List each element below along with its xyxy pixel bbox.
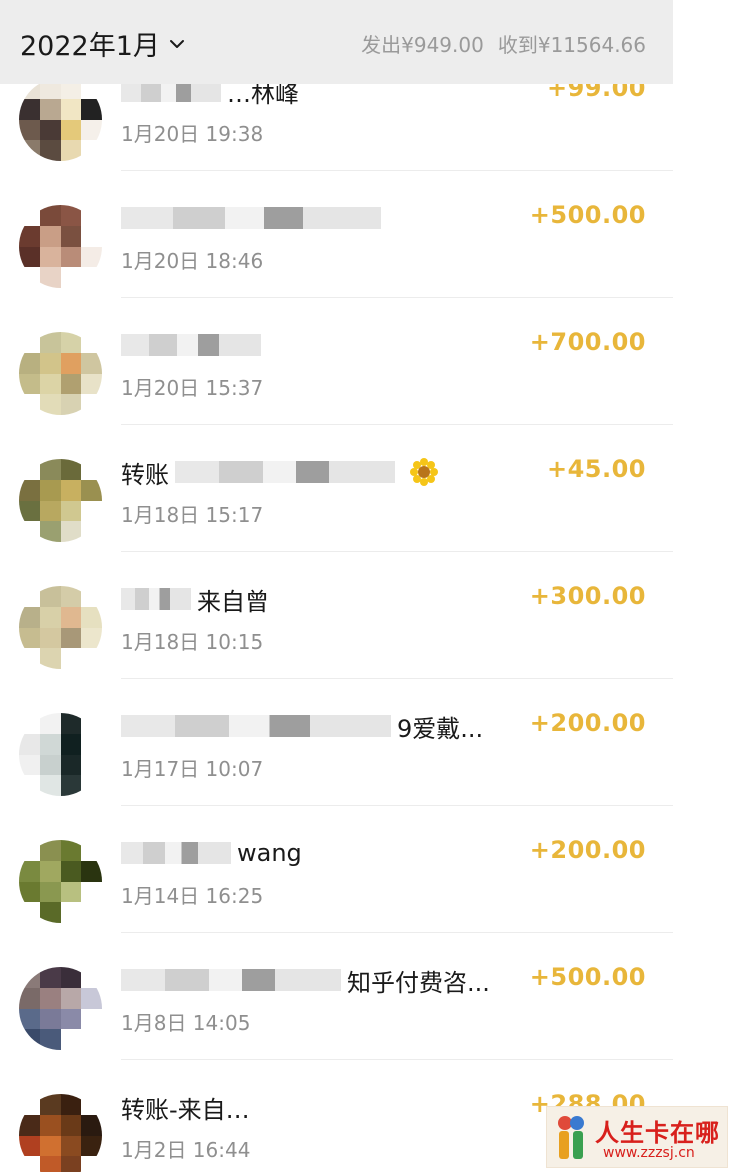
transaction-row[interactable]: 9爱戴... 1月17日 10:07 +200.00	[0, 679, 673, 806]
transaction-amount: +700.00	[529, 328, 646, 356]
transaction-title: wang	[121, 836, 302, 870]
transaction-amount: +300.00	[529, 582, 646, 610]
transaction-title: 转账	[121, 455, 439, 489]
avatar	[19, 459, 102, 542]
transaction-amount: +500.00	[529, 201, 646, 229]
transaction-row[interactable]: 来自曾 1月18日 10:15 +300.00	[0, 552, 673, 679]
transaction-amount: +200.00	[529, 709, 646, 737]
transaction-date: 1月17日 10:07	[121, 757, 264, 781]
transaction-title	[121, 201, 387, 235]
avatar	[19, 332, 102, 415]
redacted-block	[121, 334, 261, 356]
watermark: 人生卡在哪 www.zzzsj.cn	[546, 1106, 728, 1168]
transaction-list: …林峰 1月20日 19:38 +99.00 1月20日 18:46 +500.…	[0, 44, 673, 1172]
transaction-title: 转账-来自…	[121, 1095, 250, 1124]
transaction-row[interactable]: 转账 1月18日 15:17 +45.00	[0, 425, 673, 552]
redacted-block	[121, 715, 391, 737]
avatar	[19, 840, 102, 923]
sunflower-emoji-icon	[410, 458, 438, 486]
transaction-row[interactable]: 知乎付费咨... 1月8日 14:05 +500.00	[0, 933, 673, 1060]
redacted-block	[121, 588, 191, 610]
month-selector[interactable]: 2022年1月	[20, 24, 186, 63]
redacted-block	[121, 842, 231, 864]
header-bar: 2022年1月 发出¥949.00 收到¥11564.66	[0, 0, 673, 84]
chevron-down-icon	[169, 39, 184, 48]
month-label: 2022年1月	[20, 31, 160, 62]
transaction-row[interactable]: 1月20日 15:37 +700.00	[0, 298, 673, 425]
transaction-date: 1月18日 15:17	[121, 503, 264, 527]
redacted-block	[175, 461, 395, 483]
month-summary: 发出¥949.00 收到¥11564.66	[361, 29, 646, 58]
transaction-date: 1月18日 10:15	[121, 630, 264, 654]
transaction-date: 1月20日 15:37	[121, 376, 264, 400]
redacted-block	[121, 969, 341, 991]
transaction-amount: +45.00	[546, 455, 646, 483]
sent-total: 发出¥949.00	[361, 33, 484, 57]
redacted-block	[121, 207, 381, 229]
transaction-date: 1月20日 19:38	[121, 122, 264, 146]
transaction-title: 9爱戴...	[121, 709, 483, 743]
transaction-amount: +500.00	[529, 963, 646, 991]
watermark-logo-icon	[558, 1116, 584, 1159]
watermark-brand: 人生卡在哪	[595, 1119, 720, 1147]
avatar	[19, 713, 102, 796]
transaction-date: 1月14日 16:25	[121, 884, 264, 908]
transaction-title: 知乎付费咨...	[121, 963, 490, 997]
avatar	[19, 967, 102, 1050]
received-total: 收到¥11564.66	[497, 33, 646, 57]
transaction-title: 来自曾	[121, 582, 269, 616]
page: 2022年1月 发出¥949.00 收到¥11564.66 …林峰 1月20日 …	[0, 0, 732, 1172]
watermark-url: www.zzzsj.cn	[603, 1145, 695, 1161]
avatar	[19, 1094, 102, 1172]
transaction-row[interactable]: 1月20日 18:46 +500.00	[0, 171, 673, 298]
transaction-row[interactable]: wang 1月14日 16:25 +200.00	[0, 806, 673, 933]
avatar	[19, 205, 102, 288]
transaction-amount: +200.00	[529, 836, 646, 864]
transaction-date: 1月2日 16:44	[121, 1138, 251, 1162]
transaction-date: 1月20日 18:46	[121, 249, 264, 273]
avatar	[19, 586, 102, 669]
transaction-title	[121, 328, 267, 362]
transaction-date: 1月8日 14:05	[121, 1011, 251, 1035]
avatar	[19, 78, 102, 161]
